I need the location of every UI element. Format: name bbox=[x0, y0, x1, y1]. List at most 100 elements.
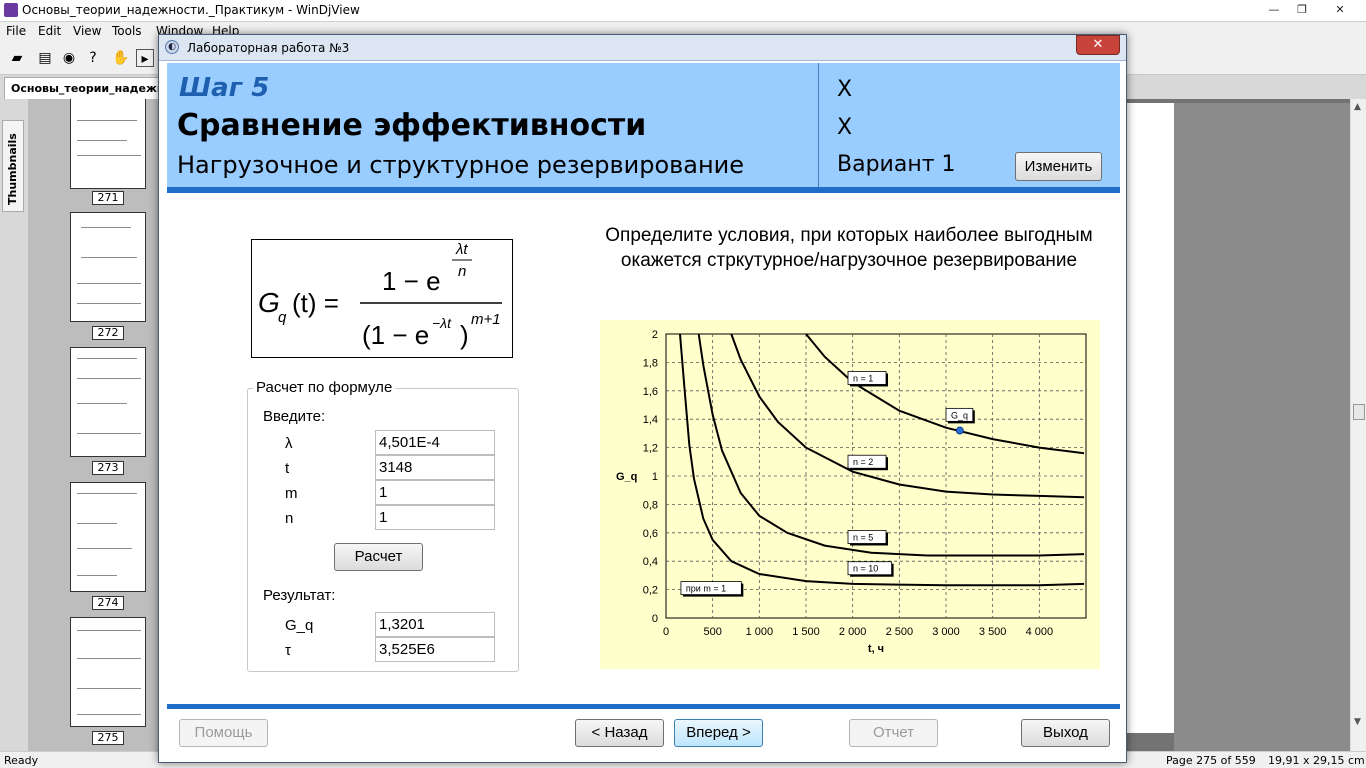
thumbnail-page[interactable] bbox=[70, 347, 146, 457]
chart-area: 0 500 1 000 1 500 2 000 2 500 3 000 3 500 4 000 0… bbox=[600, 320, 1100, 669]
x-tick-label: 0 bbox=[663, 626, 669, 638]
step-subtitle: Нагрузочное и структурное резервирование bbox=[177, 151, 745, 179]
annotation-label: n = 5 bbox=[853, 532, 873, 542]
find-icon[interactable]: ◉ bbox=[60, 49, 78, 67]
thumbnail-label: 272 bbox=[92, 326, 124, 340]
formula-arg: (t) = bbox=[292, 288, 339, 318]
y-tick-label: 1,2 bbox=[643, 443, 658, 455]
y-tick-label: 0,6 bbox=[643, 528, 658, 540]
dialog-close-button[interactable]: ✕ bbox=[1076, 35, 1120, 55]
menu-view[interactable]: View bbox=[73, 24, 101, 38]
header-divider bbox=[818, 63, 819, 187]
footer-divider bbox=[167, 704, 1120, 709]
n-input[interactable]: 1 bbox=[375, 505, 495, 530]
annotation-label: G_q bbox=[951, 410, 968, 420]
thumbnail-page[interactable] bbox=[70, 99, 146, 189]
annotation-label: n = 10 bbox=[853, 564, 878, 574]
step-number: Шаг 5 bbox=[179, 73, 270, 103]
x-tick-label: 4 000 bbox=[1026, 626, 1054, 638]
windjview-app-icon bbox=[4, 3, 18, 17]
main-titlebar: Основы_теории_надежности._Практикум - Wi… bbox=[0, 0, 1366, 22]
back-button[interactable]: < Назад bbox=[575, 719, 664, 747]
x-tick-label: 2 500 bbox=[886, 626, 914, 638]
thumbnails-side-tab[interactable]: Thumbnails bbox=[2, 120, 24, 212]
x-tick-label: 3 500 bbox=[979, 626, 1007, 638]
header-x-2: X bbox=[837, 115, 853, 140]
dialog-app-icon: ◐ bbox=[165, 40, 179, 54]
y-axis-label: G_q bbox=[616, 471, 637, 483]
y-tick-label: 1,8 bbox=[643, 357, 658, 369]
y-tick-label: 1,6 bbox=[643, 386, 658, 398]
tau-label: τ bbox=[285, 642, 291, 659]
menu-file[interactable]: File bbox=[6, 24, 26, 38]
thumbnail-page[interactable] bbox=[70, 212, 146, 322]
lambda-input[interactable]: 4,501E-4 bbox=[375, 430, 495, 455]
scroll-up-icon[interactable]: ▲ bbox=[1354, 102, 1361, 112]
formula-den-close: ) bbox=[460, 320, 469, 350]
annotation-label: n = 2 bbox=[853, 457, 873, 467]
status-page: Page 275 of 559 bbox=[1166, 754, 1256, 767]
calc-group-title: Расчет по формуле bbox=[253, 379, 396, 396]
annotation-label: n = 1 bbox=[853, 373, 873, 383]
vertical-scrollbar[interactable]: ▲ ▼ bbox=[1350, 99, 1366, 751]
lambda-label: λ bbox=[285, 435, 293, 452]
thumbnail-label: 271 bbox=[92, 191, 124, 205]
thumbnail-page[interactable] bbox=[70, 482, 146, 592]
formula-den-exp: −λt bbox=[432, 315, 452, 331]
document-tab[interactable]: Основы_теории_надежности bbox=[4, 77, 164, 99]
gq-result: 1,3201 bbox=[375, 612, 495, 637]
m-label: m bbox=[285, 485, 298, 502]
m-input[interactable]: 1 bbox=[375, 480, 495, 505]
t-input[interactable]: 3148 bbox=[375, 455, 495, 480]
x-tick-label: 3 000 bbox=[932, 626, 960, 638]
help-button[interactable]: Помощь bbox=[179, 719, 268, 747]
open-folder-icon[interactable]: ▰ bbox=[8, 49, 26, 67]
scroll-down-icon[interactable]: ▼ bbox=[1354, 717, 1361, 727]
status-ready: Ready bbox=[4, 754, 39, 767]
tau-result: 3,525E6 bbox=[375, 637, 495, 662]
menu-edit[interactable]: Edit bbox=[38, 24, 61, 38]
dialog-titlebar: ◐ Лабораторная работа №3 ✕ bbox=[159, 35, 1126, 61]
y-tick-label: 2 bbox=[652, 329, 658, 341]
change-variant-button[interactable]: Изменить bbox=[1015, 152, 1102, 181]
document-page bbox=[1124, 103, 1174, 733]
thumbnails-tab-label: Thumbnails bbox=[6, 133, 19, 205]
formula-numerator: 1 − e bbox=[382, 266, 441, 296]
x-axis-label: t, ч bbox=[868, 643, 884, 655]
menu-tools[interactable]: Tools bbox=[112, 24, 142, 38]
n-label: n bbox=[285, 510, 294, 527]
scroll-thumb[interactable] bbox=[1353, 404, 1365, 420]
thumbnail-pane: 271 272 273 274 275 bbox=[28, 99, 170, 751]
formula-sub: q bbox=[278, 309, 287, 326]
calculate-button[interactable]: Расчет bbox=[334, 543, 423, 571]
maximize-button[interactable]: ❐ bbox=[1290, 2, 1314, 18]
gq-chart: 0 500 1 000 1 500 2 000 2 500 3 000 3 500 4 000 0… bbox=[616, 329, 1087, 655]
print-icon[interactable]: ▤ bbox=[36, 49, 54, 67]
formula-num-exp-bottom: n bbox=[458, 263, 466, 280]
exit-button[interactable]: Выход bbox=[1021, 719, 1110, 747]
select-tool-icon[interactable]: ▸ bbox=[136, 49, 154, 67]
thumbnail-page[interactable] bbox=[70, 617, 146, 727]
help-icon[interactable]: ? bbox=[84, 49, 102, 67]
forward-button[interactable]: Вперед > bbox=[674, 719, 763, 747]
hand-tool-icon[interactable]: ✋ bbox=[112, 49, 130, 67]
dialog-title: Лабораторная работа №3 bbox=[187, 41, 350, 55]
formula-graphic: G q (t) = 1 − e λt n (1 − e −λt ) m+1 bbox=[258, 241, 502, 350]
thumbnail-label: 275 bbox=[92, 731, 124, 745]
step-header: Шаг 5 Сравнение эффективности Нагрузочно… bbox=[167, 63, 1120, 193]
formula-denominator: (1 − e bbox=[362, 320, 429, 350]
header-x-1: X bbox=[837, 77, 853, 102]
x-tick-label: 2 000 bbox=[839, 626, 867, 638]
close-window-button[interactable]: ✕ bbox=[1320, 2, 1360, 18]
gq-label: G_q bbox=[285, 617, 314, 634]
formula-box: G q (t) = 1 − e λt n (1 − e −λt ) m+1 bbox=[251, 239, 513, 358]
window-title: Основы_теории_надежности._Практикум - Wi… bbox=[22, 3, 360, 17]
y-tick-label: 0,4 bbox=[643, 556, 658, 568]
report-button[interactable]: Отчет bbox=[849, 719, 938, 747]
t-label: t bbox=[285, 460, 290, 477]
minimize-button[interactable]: — bbox=[1262, 2, 1286, 18]
annotation-label: при m = 1 bbox=[686, 584, 726, 594]
y-tick-label: 1 bbox=[652, 471, 658, 483]
task-question: Определите условия, при которых наиболее… bbox=[605, 225, 1093, 271]
app-window: Основы_теории_надежности._Практикум - Wi… bbox=[0, 0, 1366, 768]
